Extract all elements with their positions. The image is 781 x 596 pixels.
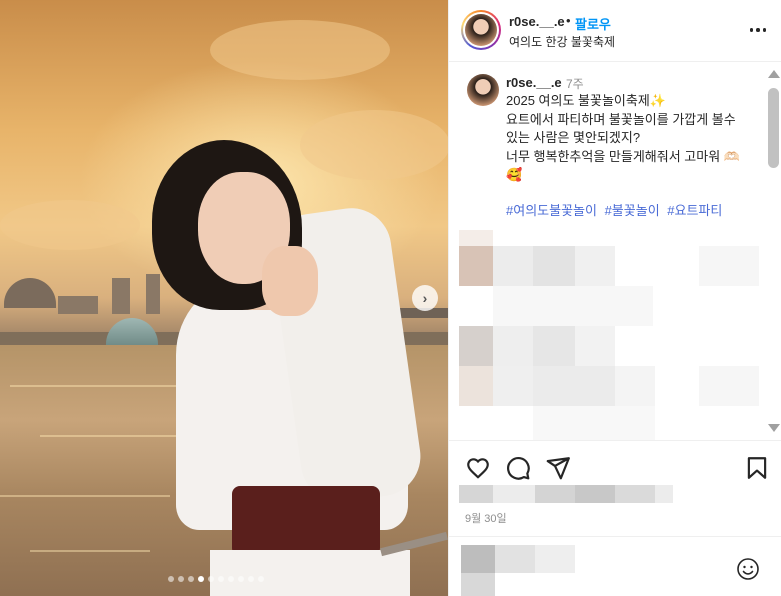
glass-dome — [106, 318, 158, 346]
carousel-dot — [168, 576, 174, 582]
person-skirt — [210, 550, 410, 596]
carousel-dot — [228, 576, 234, 582]
comments-area: r0se.__.e 7주 2025 여의도 불꽃놀이축제✨ 요트에서 파티하며 … — [449, 62, 781, 440]
location-link[interactable]: 여의도 한강 불꽃축제 — [509, 33, 615, 50]
post-photo[interactable]: › — [0, 0, 448, 596]
hashtag-link[interactable]: #여의도불꽃놀이 — [506, 203, 597, 218]
carousel-dot — [258, 576, 264, 582]
avatar-image — [465, 14, 497, 46]
blurred-avatar — [461, 545, 495, 573]
avatar[interactable] — [461, 10, 501, 50]
caption-avatar[interactable] — [467, 74, 499, 106]
carousel-dot — [188, 576, 194, 582]
smiley-icon[interactable] — [736, 557, 760, 581]
post-date: 9월 30일 — [465, 513, 507, 525]
person-hand — [262, 246, 318, 316]
caption-time: 7주 — [566, 77, 584, 91]
caption-username[interactable]: r0se.__.e — [506, 75, 562, 90]
follow-button[interactable]: 팔로우 — [575, 14, 611, 33]
carousel-dot — [248, 576, 254, 582]
send-icon[interactable] — [545, 455, 571, 481]
scrollbar-thumb[interactable] — [768, 88, 779, 168]
scroll-up-arrow[interactable] — [767, 68, 781, 80]
carousel-next-button[interactable]: › — [412, 285, 438, 311]
carousel-dot — [198, 576, 204, 582]
separator-dot: • — [566, 13, 571, 28]
carousel-dot — [238, 576, 244, 582]
building — [146, 274, 160, 314]
post-panel: r0se.__.e • 팔로우 여의도 한강 불꽃축제 r0se.__.e 7주… — [448, 0, 781, 596]
building — [112, 278, 130, 314]
person-corset — [232, 486, 380, 556]
carousel-dot — [178, 576, 184, 582]
carousel-dot — [218, 576, 224, 582]
header-username[interactable]: r0se.__.e — [509, 14, 565, 29]
building — [58, 296, 98, 314]
bookmark-icon[interactable] — [744, 455, 770, 481]
post-header: r0se.__.e • 팔로우 여의도 한강 불꽃축제 — [449, 0, 781, 62]
carousel-dots — [168, 576, 264, 582]
hashtag-link[interactable]: #불꽃놀이 — [605, 203, 660, 218]
caption-text: 2025 여의도 불꽃놀이축제✨ 요트에서 파티하며 불꽃놀이를 가깝게 볼수있… — [506, 93, 740, 182]
caption-hashtags: #여의도불꽃놀이 #불꽃놀이 #요트파티 — [506, 200, 726, 219]
blurred-block — [495, 545, 535, 573]
scroll-down-arrow[interactable] — [767, 422, 781, 434]
cloud — [300, 110, 448, 180]
blurred-block — [535, 545, 575, 573]
chevron-right-icon: › — [422, 290, 428, 306]
comment-composer[interactable] — [449, 536, 781, 596]
hashtag-link[interactable]: #요트파티 — [667, 203, 722, 218]
cloud — [210, 20, 390, 80]
likes-count-blurred — [459, 485, 673, 505]
more-horizontal-icon[interactable] — [746, 18, 770, 42]
heart-icon[interactable] — [465, 455, 491, 481]
comment-icon[interactable] — [505, 455, 531, 481]
blurred-block — [461, 573, 495, 596]
blurred-comments — [459, 230, 759, 440]
cloud — [0, 200, 140, 250]
national-assembly-dome — [4, 278, 56, 308]
carousel-dot — [208, 576, 214, 582]
